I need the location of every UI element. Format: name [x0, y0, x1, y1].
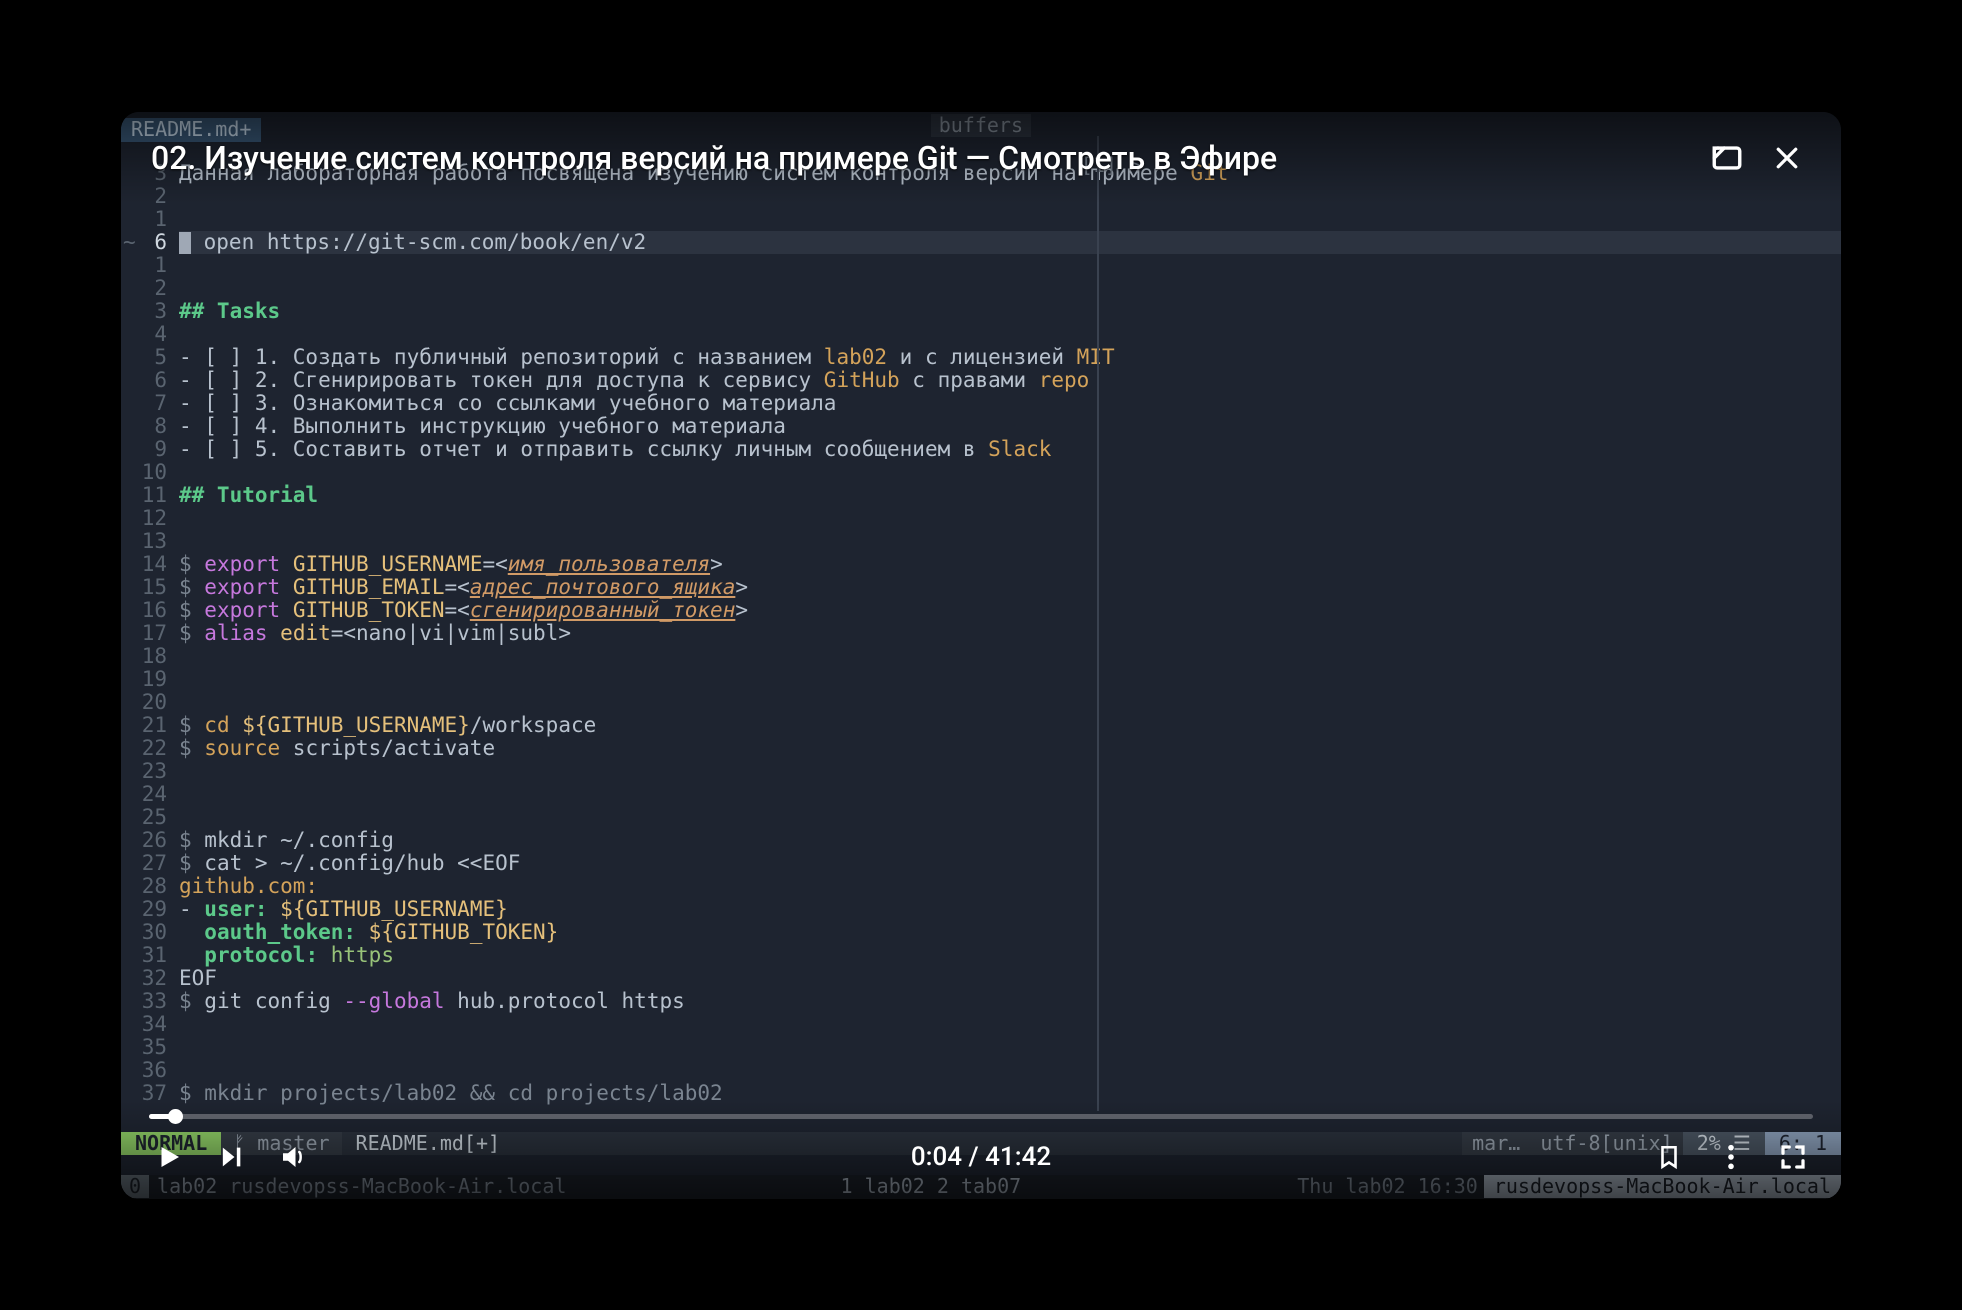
code-line: 22$ source scripts/activate: [121, 737, 1841, 760]
code-line: 6- [ ] 2. Сгенирировать токен для доступ…: [121, 369, 1841, 392]
play-button[interactable]: [149, 1137, 189, 1177]
time-display: 0:04 / 41:42: [911, 1142, 1051, 1172]
code-line: 35: [121, 1036, 1841, 1059]
code-line: 28github.com:: [121, 875, 1841, 898]
code-line: 33$ git config --global hub.protocol htt…: [121, 990, 1841, 1013]
pip-button[interactable]: [1703, 134, 1751, 182]
code-line: 1: [121, 254, 1841, 277]
code-line: 8- [ ] 4. Выполнить инструкцию учебного …: [121, 415, 1841, 438]
player-header: 02. Изучение систем контроля версий на п…: [121, 112, 1841, 204]
code-line: 9- [ ] 5. Составить отчет и отправить сс…: [121, 438, 1841, 461]
code-line: 7- [ ] 3. Ознакомиться со ссылками учебн…: [121, 392, 1841, 415]
code-line: 27$ cat > ~/.config/hub <<EOF: [121, 852, 1841, 875]
progress-bar[interactable]: [149, 1114, 1813, 1119]
code-line: 2: [121, 277, 1841, 300]
fullscreen-button[interactable]: [1773, 1137, 1813, 1177]
code-line: 26$ mkdir ~/.config: [121, 829, 1841, 852]
code-line: 36: [121, 1059, 1841, 1082]
code-line: 30 oauth_token: ${GITHUB_TOKEN}: [121, 921, 1841, 944]
code-line: 14$ export GITHUB_USERNAME=<имя_пользова…: [121, 553, 1841, 576]
code-line: 4: [121, 323, 1841, 346]
code-line: 20: [121, 691, 1841, 714]
vertical-split: [1097, 136, 1099, 1111]
code-line: 12: [121, 507, 1841, 530]
code-line: 10: [121, 461, 1841, 484]
code-line: 21$ cd ${GITHUB_USERNAME}/workspace: [121, 714, 1841, 737]
current-time: 0:04: [911, 1142, 962, 1172]
code-line: ~6 open https://git-scm.com/book/en/v2: [121, 231, 1841, 254]
code-lines: 3Данная лабораторная работа посвящена из…: [121, 142, 1841, 1105]
video-player: README.md+ buffers [1] > 3Данная лаборат…: [121, 112, 1841, 1199]
code-line: 5- [ ] 1. Создать публичный репозиторий …: [121, 346, 1841, 369]
progress-fill: [149, 1114, 176, 1119]
code-line: 32EOF: [121, 967, 1841, 990]
code-line: 31 protocol: https: [121, 944, 1841, 967]
code-line: 18: [121, 645, 1841, 668]
code-line: 19: [121, 668, 1841, 691]
video-content-frame: README.md+ buffers [1] > 3Данная лаборат…: [121, 112, 1841, 1199]
video-title: 02. Изучение систем контроля версий на п…: [151, 139, 1691, 177]
code-line: 25: [121, 806, 1841, 829]
code-line: 3## Tasks: [121, 300, 1841, 323]
code-line: 1: [121, 208, 1841, 231]
volume-button[interactable]: [273, 1137, 313, 1177]
more-button[interactable]: [1711, 1137, 1751, 1177]
next-button[interactable]: [211, 1137, 251, 1177]
code-line: 15$ export GITHUB_EMAIL=<адрес_почтового…: [121, 576, 1841, 599]
code-line: 11## Tutorial: [121, 484, 1841, 507]
player-controls: 0:04 / 41:42: [121, 1100, 1841, 1199]
code-line: 23: [121, 760, 1841, 783]
code-line: 16$ export GITHUB_TOKEN=<сгенирированный…: [121, 599, 1841, 622]
code-line: 24: [121, 783, 1841, 806]
code-line: 17$ alias edit=<nano|vi|vim|subl>: [121, 622, 1841, 645]
duration: 41:42: [985, 1142, 1051, 1172]
code-line: 13: [121, 530, 1841, 553]
bookmark-button[interactable]: [1649, 1137, 1689, 1177]
code-line: 34: [121, 1013, 1841, 1036]
close-button[interactable]: [1763, 134, 1811, 182]
code-line: 29- user: ${GITHUB_USERNAME}: [121, 898, 1841, 921]
